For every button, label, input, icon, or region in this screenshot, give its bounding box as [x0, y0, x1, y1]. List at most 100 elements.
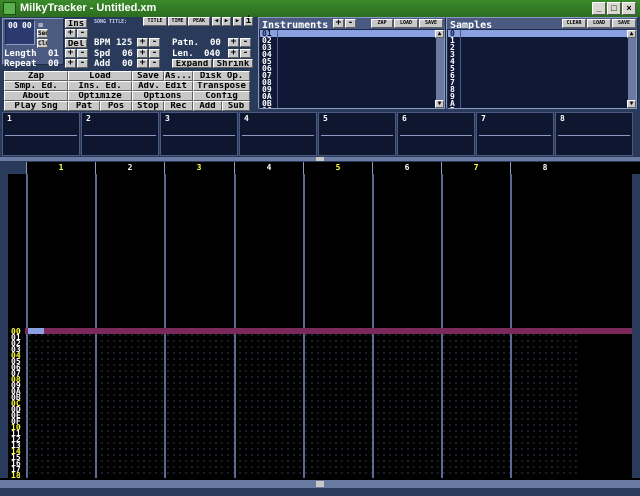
cursor-cell[interactable]: [28, 328, 44, 334]
channel-header-8[interactable]: 8: [510, 162, 579, 174]
main-button-transpose[interactable]: Transpose: [193, 81, 250, 91]
main-button-load[interactable]: Load: [68, 71, 132, 81]
patn-minus-button[interactable]: -: [240, 38, 251, 47]
title-button[interactable]: TITLE: [143, 17, 167, 26]
repeat-label: Repeat: [4, 59, 37, 69]
scope-channel-3[interactable]: 3: [160, 112, 238, 156]
main-button-options[interactable]: Options: [132, 91, 193, 101]
main-button-pos[interactable]: Pos: [100, 101, 132, 111]
samples-scroll-up[interactable]: ▲: [627, 30, 636, 38]
main-button-smp-ed[interactable]: Smp. Ed.: [4, 81, 68, 91]
title-left-arrow[interactable]: ◂: [212, 17, 221, 26]
shrink-button[interactable]: Shrink: [213, 59, 253, 68]
maximize-button[interactable]: □: [607, 2, 621, 15]
main-button-as[interactable]: As...: [164, 71, 193, 81]
scope-channel-4[interactable]: 4: [239, 112, 317, 156]
order-plus-button[interactable]: +: [65, 29, 76, 38]
instruments-load-button[interactable]: LOAD: [394, 19, 418, 28]
instrument-item[interactable]: 0C: [262, 107, 272, 109]
main-button-rec[interactable]: Rec: [164, 101, 193, 111]
channel-header-7[interactable]: 7: [441, 162, 510, 174]
samples-list[interactable]: 0123456789AB ▲ ▼: [447, 29, 637, 109]
len-minus-button[interactable]: -: [240, 49, 251, 58]
samples-load-button[interactable]: LOAD: [587, 19, 611, 28]
del-button[interactable]: Del: [65, 39, 87, 48]
main-button-config[interactable]: Config: [193, 91, 250, 101]
title-info-icon[interactable]: i: [244, 17, 253, 26]
add-plus-button[interactable]: +: [137, 59, 148, 68]
len-plus-button[interactable]: +: [228, 49, 239, 58]
samples-scrollbar[interactable]: ▲ ▼: [627, 30, 636, 108]
window-titlebar[interactable]: MilkyTracker - Untitled.xm _ □ ×: [0, 0, 640, 17]
hscroll-thumb[interactable]: [316, 481, 324, 487]
main-button-about[interactable]: About: [4, 91, 68, 101]
repeat-minus-button[interactable]: -: [77, 59, 88, 68]
channel-header-4[interactable]: 4: [234, 162, 303, 174]
main-button-add[interactable]: Add: [193, 101, 222, 111]
peak-button[interactable]: PEAK: [188, 17, 210, 26]
scope-channel-7[interactable]: 7: [476, 112, 554, 156]
ins-button[interactable]: Ins: [65, 19, 87, 28]
main-button-pat[interactable]: Pat: [68, 101, 100, 111]
main-button-ins-ed[interactable]: Ins. Ed.: [68, 81, 132, 91]
samples-scroll-down[interactable]: ▼: [627, 100, 636, 108]
spd-plus-button[interactable]: +: [137, 49, 148, 58]
close-button[interactable]: ×: [622, 2, 636, 15]
order-minus-button[interactable]: -: [77, 29, 88, 38]
scope-channel-5[interactable]: 5: [318, 112, 396, 156]
main-button-zap[interactable]: Zap: [4, 71, 68, 81]
repeat-plus-button[interactable]: +: [65, 59, 76, 68]
spd-minus-button[interactable]: -: [149, 49, 160, 58]
instruments-scroll-down[interactable]: ▼: [435, 100, 444, 108]
pattern-editor[interactable]: 12345678 00 01 02 03 04 05 06 07 08 09 0A 0B 0C 0D 0E 0…: [0, 162, 640, 486]
scope-splitter[interactable]: [0, 157, 640, 161]
scope-number: 2: [86, 114, 91, 123]
instruments-minus-button[interactable]: -: [345, 19, 356, 28]
samples-save-button[interactable]: SAVE: [612, 19, 636, 28]
main-button-optimize[interactable]: Optimize: [68, 91, 132, 101]
splitter-handle[interactable]: [316, 157, 324, 161]
pattern-vscroll[interactable]: [0, 174, 8, 478]
main-button-disk-op[interactable]: Disk Op.: [193, 71, 250, 81]
instruments-scroll-up[interactable]: ▲: [435, 30, 444, 38]
channel-header-2[interactable]: 2: [95, 162, 164, 174]
scope-channel-1[interactable]: 1: [2, 112, 80, 156]
bpm-plus-button[interactable]: +: [137, 38, 148, 47]
minimize-button[interactable]: _: [592, 2, 606, 15]
main-button-save[interactable]: Save: [132, 71, 164, 81]
channel-header-3[interactable]: 3: [164, 162, 233, 174]
patn-plus-button[interactable]: +: [228, 38, 239, 47]
samples-clear-button[interactable]: CLEAR: [562, 19, 586, 28]
channel-header-6[interactable]: 6: [372, 162, 441, 174]
pattern-hscroll[interactable]: [0, 480, 640, 488]
main-button-play-sng[interactable]: Play Sng: [4, 101, 68, 111]
bpm-minus-button[interactable]: -: [149, 38, 160, 47]
instruments-list[interactable]: 0102030405060708090A0B0C ▲ ▼: [259, 29, 445, 109]
add-minus-button[interactable]: -: [149, 59, 160, 68]
main-button-sub[interactable]: Sub: [222, 101, 250, 111]
title-right-arrow[interactable]: ▸: [233, 17, 242, 26]
main-button-adv-edit[interactable]: Adv. Edit: [132, 81, 193, 91]
instruments-scrollbar[interactable]: ▲ ▼: [435, 30, 444, 108]
expand-button[interactable]: Expand: [172, 59, 212, 68]
cln-button[interactable]: Cln: [37, 39, 48, 48]
scope-channel-2[interactable]: 2: [81, 112, 159, 156]
length-minus-button[interactable]: -: [77, 49, 88, 58]
seq-button[interactable]: Seq: [37, 29, 48, 38]
main-button-stop[interactable]: Stop: [132, 101, 164, 111]
title-flag-icon[interactable]: ▸: [222, 17, 231, 26]
channel-header-5[interactable]: 5: [303, 162, 372, 174]
order-list[interactable]: 00 00: [5, 20, 35, 45]
scope-channel-8[interactable]: 8: [555, 112, 633, 156]
length-plus-button[interactable]: +: [65, 49, 76, 58]
scope-channel-6[interactable]: 6: [397, 112, 475, 156]
milkytracker-app-icon[interactable]: [3, 2, 16, 15]
instruments-save-button[interactable]: SAVE: [419, 19, 443, 28]
channel-header-1[interactable]: 1: [26, 162, 95, 174]
sample-item[interactable]: B: [450, 107, 455, 109]
pattern-grid-cells[interactable]: [27, 332, 577, 478]
pattern-vscroll-right[interactable]: [632, 174, 640, 478]
instruments-plus-button[interactable]: +: [333, 19, 344, 28]
instruments-zap-button[interactable]: ZAP: [371, 19, 393, 28]
time-button[interactable]: TIME: [168, 17, 187, 26]
